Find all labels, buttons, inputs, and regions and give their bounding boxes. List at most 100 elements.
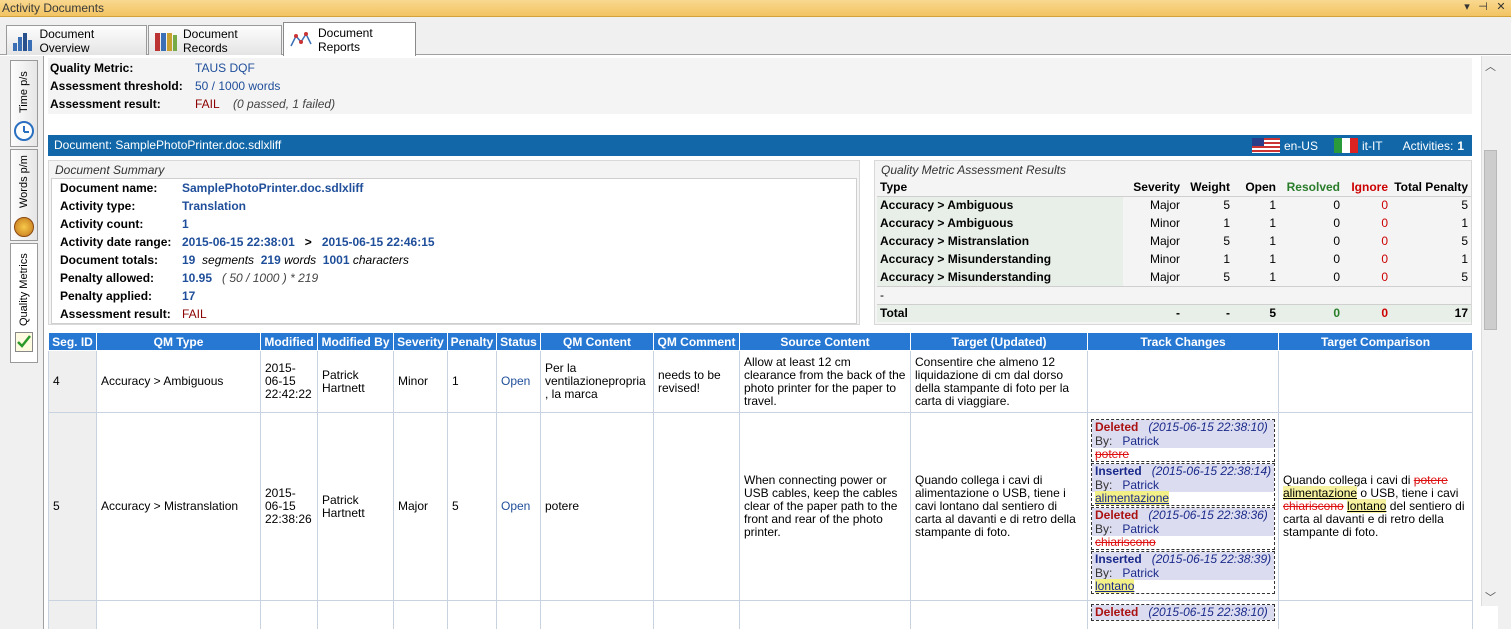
- qm-resolved: 0: [1333, 198, 1340, 213]
- col-modified[interactable]: Modified: [260, 332, 318, 351]
- empty-cell: [540, 600, 654, 629]
- side-tab-time[interactable]: Time p/s: [10, 60, 38, 147]
- activity-count-label: Activity count:: [60, 217, 144, 231]
- document-languages: en-US it-IT Activities: 1: [1251, 138, 1464, 153]
- table-row[interactable]: 5 Accuracy > Mistranslation 2015-06-15 2…: [48, 412, 1473, 601]
- qm-total-penalty: 17: [1391, 303, 1471, 322]
- checklist-icon: [15, 332, 33, 352]
- qm-weight: 5: [1223, 269, 1230, 284]
- seg-id: 4: [48, 350, 97, 413]
- qm-total: 5: [1461, 198, 1468, 213]
- qm-resolved: 0: [1333, 269, 1340, 284]
- scroll-up-icon[interactable]: ︿: [1482, 58, 1499, 74]
- qm-total-open: 5: [1233, 303, 1279, 322]
- empty-cell: [739, 600, 911, 629]
- col-target-comparison[interactable]: Target Comparison: [1278, 332, 1473, 351]
- col-status[interactable]: Status: [496, 332, 541, 351]
- change-date: (2015-06-15 22:38:36): [1148, 508, 1268, 522]
- window-menu-icon[interactable]: ▾: [1460, 0, 1474, 13]
- source-language: en-US: [1283, 138, 1318, 153]
- document-summary-caption: Document Summary: [55, 163, 165, 177]
- qm-open: 1: [1269, 252, 1276, 266]
- activity-type-label: Activity type:: [60, 199, 136, 213]
- col-penalty[interactable]: Penalty: [447, 332, 497, 351]
- change-text: chiariscono: [1095, 535, 1156, 549]
- col-weight: Weight: [1183, 178, 1233, 197]
- change-text: alimentazione: [1095, 491, 1170, 505]
- words-word: words: [284, 253, 317, 267]
- document-name-label: Document name:: [60, 181, 158, 195]
- table-row[interactable]: 4 Accuracy > Ambiguous 2015-06-15 22:42:…: [48, 350, 1473, 413]
- tab-document-reports[interactable]: Document Reports: [283, 22, 416, 56]
- comparison-inserted: lontano: [1347, 499, 1387, 513]
- col-qm-content[interactable]: QM Content: [540, 332, 654, 351]
- by-label: By:: [1095, 434, 1113, 448]
- tab-label: Document Reports: [318, 25, 373, 54]
- qm-type: Accuracy > Ambiguous: [877, 214, 1123, 232]
- qm-type: Accuracy > Ambiguous: [96, 350, 261, 413]
- qm-resolved: 0: [1333, 252, 1340, 266]
- status: Open: [496, 350, 541, 413]
- qm-severity: Major: [1149, 269, 1180, 284]
- bar-chart-icon: [13, 31, 33, 51]
- seg-id: [48, 600, 97, 629]
- qm-dash: -: [877, 285, 1123, 304]
- change-text: potere: [1095, 447, 1130, 461]
- table-row[interactable]: Deleted (2015-06-15 22:38:10): [48, 600, 1473, 629]
- col-resolved: Resolved: [1279, 178, 1343, 197]
- qm-type: Accuracy > Mistranslation: [96, 412, 261, 601]
- col-severity[interactable]: Severity: [393, 332, 448, 351]
- scroll-down-icon[interactable]: ﹀: [1482, 589, 1499, 605]
- change-header: Deleted (2015-06-15 22:38:36): [1092, 508, 1274, 523]
- tab-document-records[interactable]: Document Records: [148, 25, 282, 55]
- assessment-result-value: FAIL: [195, 97, 220, 111]
- scroll-thumb[interactable]: [1484, 150, 1497, 330]
- empty-cell: [260, 600, 318, 629]
- segment-header-row: Seg. ID QM Type Modified Modified By Sev…: [48, 332, 1473, 351]
- col-seg-id[interactable]: Seg. ID: [48, 332, 97, 351]
- tab-label: Document Records: [183, 26, 238, 55]
- window-title-bar: Activity Documents ▾ ⊣ ✕: [0, 0, 1511, 17]
- qm-ignore: 0: [1381, 252, 1388, 266]
- change-entry: Inserted (2015-06-15 22:38:14) By: Patri…: [1091, 463, 1275, 506]
- tab-document-overview[interactable]: Document Overview: [6, 25, 147, 55]
- summary-result-label: Assessment result:: [60, 307, 171, 321]
- italy-flag-icon: [1333, 138, 1358, 153]
- close-icon[interactable]: ✕: [1494, 0, 1508, 13]
- qm-ignore: 0: [1381, 269, 1388, 284]
- change-header: Inserted (2015-06-15 22:38:14): [1092, 464, 1274, 479]
- qm-weight: 5: [1223, 198, 1230, 213]
- pin-icon[interactable]: ⊣: [1476, 0, 1490, 13]
- activity-type-value: Translation: [182, 199, 247, 213]
- segments-word: segments: [202, 253, 255, 267]
- qm-total: 5: [1461, 269, 1468, 284]
- change-date: (2015-06-15 22:38:14): [1151, 464, 1272, 478]
- side-tab-quality-metrics[interactable]: Quality Metrics: [10, 243, 38, 363]
- activity-range-value: 2015-06-15 22:38:01 > 2015-06-15 22:46:1…: [182, 235, 435, 249]
- col-qm-type[interactable]: QM Type: [96, 332, 261, 351]
- col-qm-comment[interactable]: QM Comment: [653, 332, 740, 351]
- qm-result-row: Accuracy > Ambiguous Minor 1 1 0 0 1: [877, 214, 1471, 232]
- col-modified-by[interactable]: Modified By: [317, 332, 394, 351]
- target-language: it-IT: [1361, 138, 1383, 153]
- qm-content: potere: [540, 412, 654, 601]
- by-label: By:: [1095, 478, 1113, 492]
- empty-cell: [1278, 600, 1473, 629]
- change-entry: Deleted (2015-06-15 22:38:36) By: Patric…: [1091, 507, 1275, 550]
- side-tab-label: Quality Metrics: [18, 253, 30, 326]
- document-totals-value: 19 segments 219 words 1001 characters: [182, 253, 409, 267]
- qm-total-weight: -: [1183, 303, 1233, 322]
- qm-result-row: Accuracy > Ambiguous Major 5 1 0 0 5: [877, 196, 1471, 214]
- status: Open: [496, 412, 541, 601]
- empty-cell: [1183, 285, 1233, 304]
- col-open: Open: [1233, 178, 1279, 197]
- document-summary-panel: Document Summary Document name: SamplePho…: [48, 160, 860, 325]
- col-source-content[interactable]: Source Content: [739, 332, 911, 351]
- side-tab-words[interactable]: Words p/m: [10, 149, 38, 241]
- comparison-inserted: alimentazione: [1283, 486, 1358, 500]
- vertical-scrollbar[interactable]: ︿ ﹀: [1481, 56, 1498, 606]
- qm-open: 1: [1269, 234, 1276, 248]
- col-track-changes[interactable]: Track Changes: [1087, 332, 1279, 351]
- modified-by: Patrick Hartnett: [317, 350, 394, 413]
- col-target-updated[interactable]: Target (Updated): [910, 332, 1088, 351]
